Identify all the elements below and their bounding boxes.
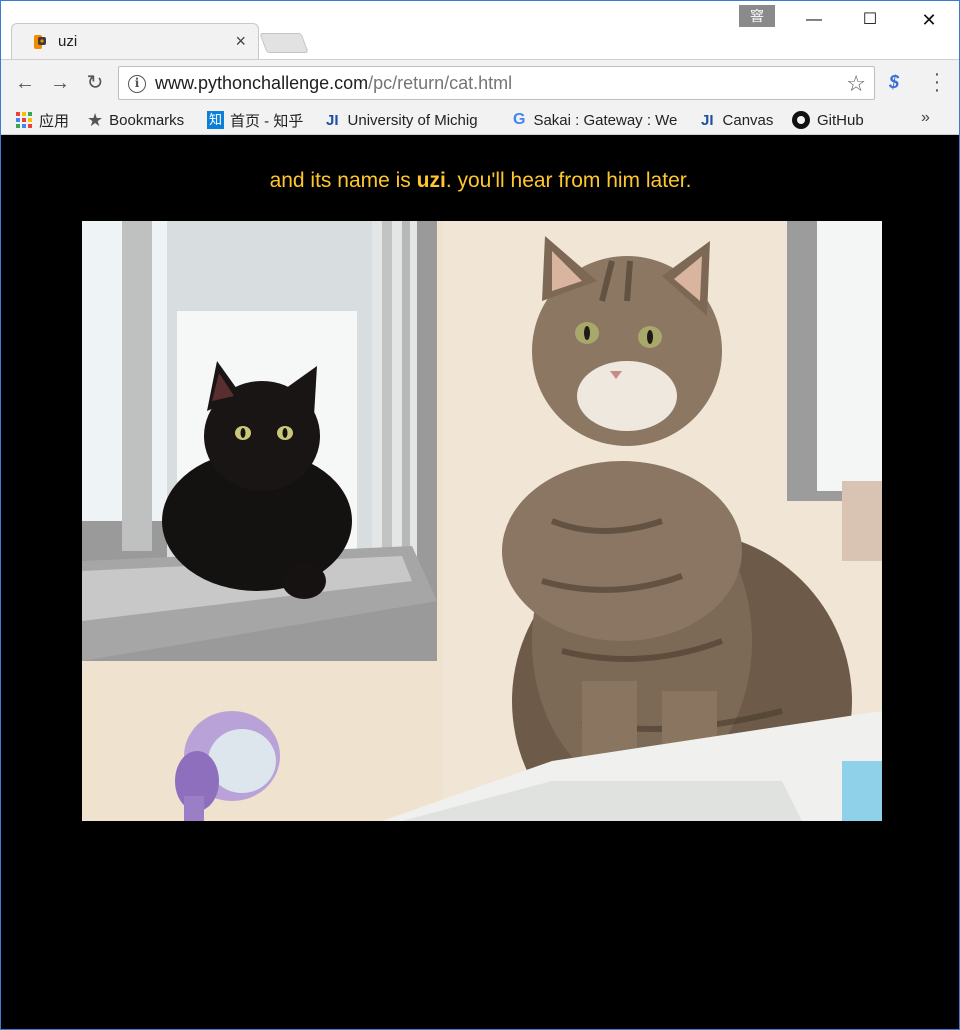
bookmark-sakai[interactable]: G Sakai : Gateway : We (513, 109, 685, 131)
browser-window: uzi × 窨 — ☐ ✕ ← → ↻ i www.pythonchalleng… (0, 0, 960, 1030)
headline-text-after: . you'll hear from him later. (445, 169, 692, 192)
star-icon: ★ (87, 109, 104, 130)
maximize-icon[interactable]: ☐ (847, 9, 893, 31)
bookmark-label: 首页 - 知乎 (230, 112, 304, 130)
close-window-icon[interactable]: ✕ (906, 9, 952, 31)
headline-text-before: and its name is (269, 169, 417, 192)
minimize-icon[interactable]: — (791, 9, 837, 31)
ji-icon: JI (326, 111, 339, 129)
python-challenge-favicon-icon (34, 35, 46, 49)
bookmark-apps[interactable]: 应用 (16, 109, 78, 131)
browser-toolbar: ← → ↻ i www.pythonchallenge.com/pc/retur… (1, 59, 959, 105)
reload-icon[interactable]: ↻ (83, 71, 107, 95)
address-bar[interactable]: i www.pythonchallenge.com/pc/return/cat.… (118, 66, 875, 100)
menu-kebab-icon[interactable]: · · · (929, 64, 945, 100)
bookmark-star-icon[interactable]: ☆ (846, 71, 866, 97)
page-content: and its name is uzi. you'll hear from hi… (2, 136, 959, 1029)
tab-close-icon[interactable]: × (235, 31, 246, 51)
url-host: www.pythonchallenge.com (155, 73, 369, 93)
bookmark-label: 应用 (39, 112, 70, 130)
extension-icon[interactable]: $ (889, 72, 899, 93)
url-path: /pc/return/cat.html (368, 73, 513, 93)
profile-badge[interactable]: 窨 (739, 5, 775, 27)
info-icon[interactable]: i (128, 75, 146, 93)
bookmark-github[interactable]: GitHub (792, 109, 877, 131)
bookmark-label: Sakai : Gateway : We (533, 111, 678, 129)
tab-strip: uzi × 窨 — ☐ ✕ (1, 1, 959, 61)
google-icon: G (513, 111, 526, 128)
cats-photo-illustration (82, 221, 882, 821)
apps-grid-icon (16, 112, 32, 128)
bookmark-canvas[interactable]: JI Canvas (701, 109, 781, 131)
bookmarks-overflow-icon[interactable]: » (921, 109, 930, 127)
back-arrow-icon[interactable]: ← (13, 71, 37, 95)
bookmark-label: Bookmarks (109, 111, 185, 129)
forward-arrow-icon[interactable]: → (48, 71, 72, 95)
zhihu-icon: 知 (207, 111, 225, 129)
ji-icon: JI (701, 111, 714, 129)
page-headline: and its name is uzi. you'll hear from hi… (2, 169, 959, 193)
bookmark-bookmarks[interactable]: ★ Bookmarks (87, 109, 197, 131)
bookmarks-bar: 应用 ★ Bookmarks 知 首页 - 知乎 JI University o… (1, 105, 959, 135)
new-tab-button[interactable] (259, 33, 309, 53)
bookmark-university-of-michigan[interactable]: JI University of Michig (326, 109, 494, 131)
cat-name: uzi (416, 169, 446, 192)
url-text[interactable]: www.pythonchallenge.com/pc/return/cat.ht… (155, 73, 512, 94)
tab-title: uzi (58, 33, 78, 50)
tab-active[interactable]: uzi × (11, 23, 259, 61)
github-icon (792, 111, 810, 129)
bookmark-label: Canvas (722, 111, 774, 129)
bookmark-label: University of Michig (347, 111, 478, 129)
bookmark-zhihu[interactable]: 知 首页 - 知乎 (207, 109, 315, 131)
bookmark-label: GitHub (817, 111, 864, 129)
cats-photo (82, 221, 882, 821)
